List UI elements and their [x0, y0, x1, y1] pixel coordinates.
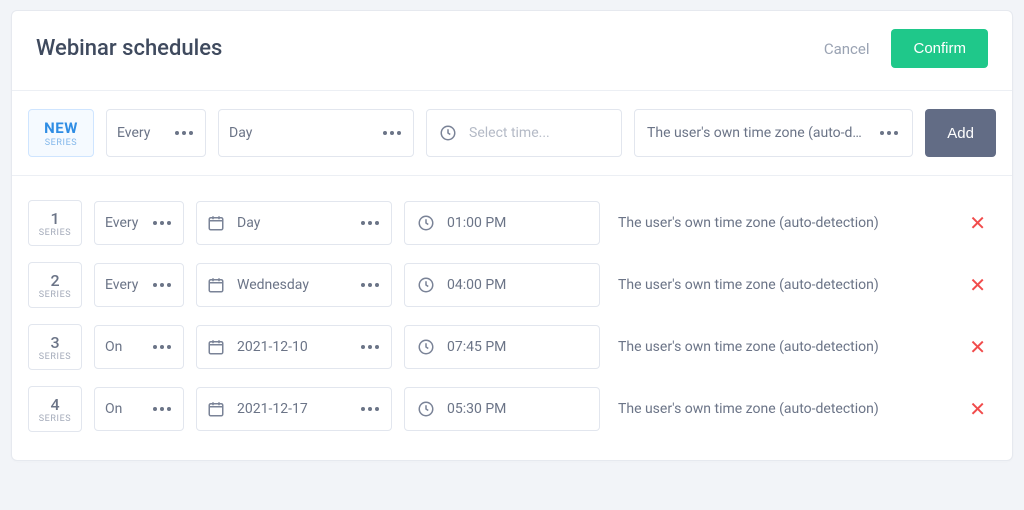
new-series-badge-bottom: SERIES: [45, 138, 78, 148]
series-row: 2 SERIES Every Wednesday: [28, 254, 996, 316]
more-icon: [359, 217, 381, 229]
time-input[interactable]: 01:00 PM: [404, 201, 600, 245]
close-icon: ✕: [969, 397, 986, 421]
panel-header: Webinar schedules Cancel Confirm: [12, 11, 1012, 91]
timezone-text: The user's own time zone (auto-detection…: [612, 338, 949, 357]
series-index-label: SERIES: [39, 228, 72, 238]
day-select[interactable]: 2021-12-17: [196, 387, 392, 431]
time-input[interactable]: Select time...: [426, 109, 622, 157]
series-index-chip: 3 SERIES: [28, 324, 82, 370]
confirm-button[interactable]: Confirm: [891, 29, 988, 68]
time-value: 07:45 PM: [447, 339, 506, 355]
more-icon: [151, 217, 173, 229]
page-title: Webinar schedules: [36, 36, 824, 61]
delete-button[interactable]: ✕: [961, 393, 994, 425]
frequency-select[interactable]: On: [94, 387, 184, 431]
frequency-select[interactable]: Every: [94, 263, 184, 307]
close-icon: ✕: [969, 273, 986, 297]
time-value: 04:00 PM: [447, 277, 506, 293]
more-icon: [173, 127, 195, 139]
clock-icon: [417, 400, 435, 418]
frequency-select[interactable]: Every: [94, 201, 184, 245]
clock-icon: [439, 124, 457, 142]
clock-icon: [417, 214, 435, 232]
frequency-value: Every: [105, 215, 138, 231]
calendar-icon: [207, 400, 225, 418]
series-index: 2: [50, 271, 59, 290]
day-value: Day: [237, 215, 260, 231]
more-icon: [359, 403, 381, 415]
more-icon: [151, 279, 173, 291]
more-icon: [151, 341, 173, 353]
series-index-label: SERIES: [39, 414, 72, 424]
frequency-value: Every: [105, 277, 138, 293]
timezone-value: The user's own time zone (auto-d…: [647, 125, 862, 141]
timezone-text: The user's own time zone (auto-detection…: [612, 400, 949, 419]
series-index: 1: [50, 209, 59, 228]
frequency-select[interactable]: Every: [106, 109, 206, 157]
timezone-text: The user's own time zone (auto-detection…: [612, 276, 949, 295]
delete-button[interactable]: ✕: [961, 331, 994, 363]
timezone-text: The user's own time zone (auto-detection…: [612, 214, 949, 233]
frequency-value: On: [105, 339, 122, 355]
series-index: 4: [50, 395, 59, 414]
day-select[interactable]: Wednesday: [196, 263, 392, 307]
frequency-select[interactable]: On: [94, 325, 184, 369]
series-index-label: SERIES: [39, 290, 72, 300]
add-button[interactable]: Add: [925, 109, 996, 157]
clock-icon: [417, 338, 435, 356]
series-row: 3 SERIES On 2021-12-10: [28, 316, 996, 378]
calendar-icon: [207, 276, 225, 294]
cancel-button[interactable]: Cancel: [824, 40, 870, 58]
day-value: 2021-12-10: [237, 339, 308, 355]
series-row: 1 SERIES Every Day: [28, 192, 996, 254]
day-value: Day: [229, 125, 252, 141]
frequency-value: Every: [117, 125, 150, 141]
frequency-value: On: [105, 401, 122, 417]
day-select[interactable]: Day: [218, 109, 414, 157]
calendar-icon: [207, 214, 225, 232]
day-select[interactable]: Day: [196, 201, 392, 245]
more-icon: [381, 127, 403, 139]
series-index-chip: 4 SERIES: [28, 386, 82, 432]
time-input[interactable]: 05:30 PM: [404, 387, 600, 431]
webinar-schedules-panel: Webinar schedules Cancel Confirm NEW SER…: [11, 10, 1013, 461]
series-index-chip: 1 SERIES: [28, 200, 82, 246]
time-input[interactable]: 07:45 PM: [404, 325, 600, 369]
series-index-chip: 2 SERIES: [28, 262, 82, 308]
time-input[interactable]: 04:00 PM: [404, 263, 600, 307]
close-icon: ✕: [969, 211, 986, 235]
series-list: 1 SERIES Every Day: [12, 176, 1012, 460]
clock-icon: [417, 276, 435, 294]
more-icon: [359, 341, 381, 353]
time-value: 01:00 PM: [447, 215, 506, 231]
new-series-badge: NEW SERIES: [28, 109, 94, 157]
close-icon: ✕: [969, 335, 986, 359]
new-series-badge-top: NEW: [44, 119, 78, 137]
delete-button[interactable]: ✕: [961, 207, 994, 239]
series-index-label: SERIES: [39, 352, 72, 362]
new-series-builder: NEW SERIES Every Day Select time...: [12, 91, 1012, 176]
time-placeholder: Select time...: [469, 125, 550, 141]
timezone-select[interactable]: The user's own time zone (auto-d…: [634, 109, 913, 157]
day-value: Wednesday: [237, 277, 309, 293]
more-icon: [151, 403, 173, 415]
day-select[interactable]: 2021-12-10: [196, 325, 392, 369]
more-icon: [878, 127, 900, 139]
day-value: 2021-12-17: [237, 401, 308, 417]
more-icon: [359, 279, 381, 291]
delete-button[interactable]: ✕: [961, 269, 994, 301]
series-index: 3: [50, 333, 59, 352]
time-value: 05:30 PM: [447, 401, 506, 417]
series-row: 4 SERIES On 2021-12-17: [28, 378, 996, 440]
calendar-icon: [207, 338, 225, 356]
